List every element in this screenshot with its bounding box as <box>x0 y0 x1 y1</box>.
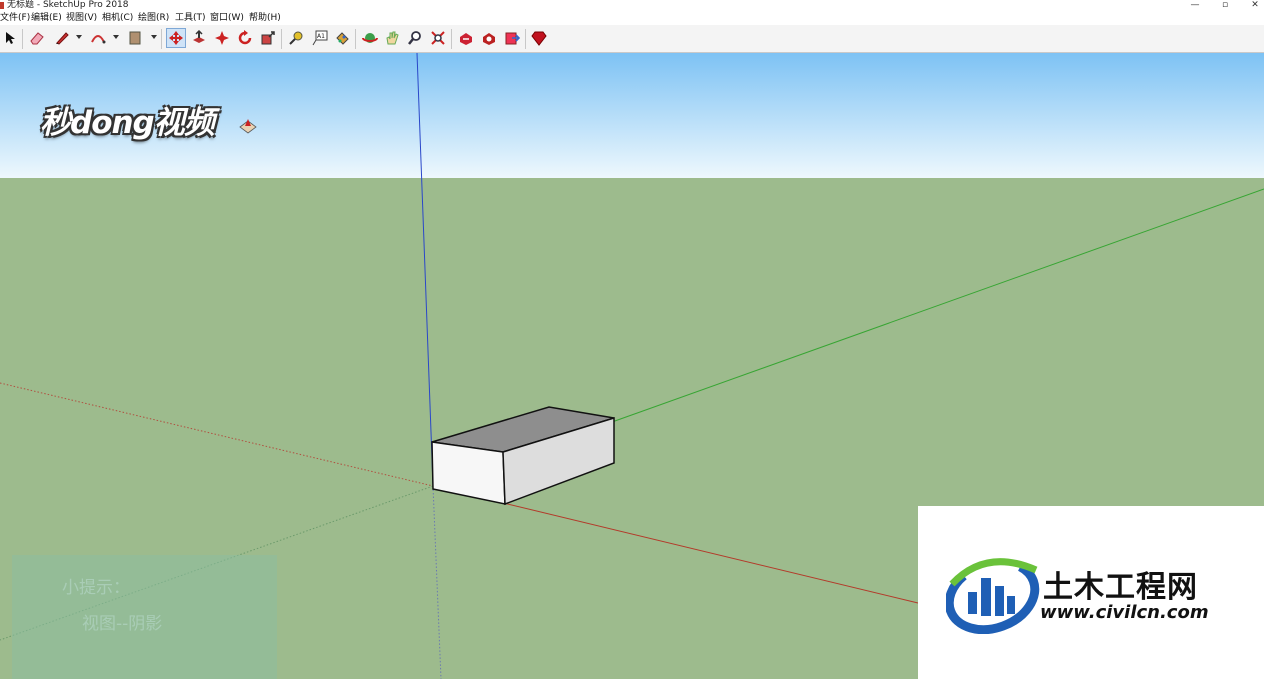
magnifier-icon <box>408 31 421 45</box>
rectangle-icon <box>129 31 141 45</box>
push-pull-tool[interactable] <box>189 28 209 48</box>
toolbar-separator <box>161 29 162 49</box>
civilcn-url: www.civilcn.com <box>1040 602 1209 623</box>
toolbar-separator <box>22 29 23 49</box>
tape-measure-tool[interactable] <box>286 28 306 48</box>
text-tool[interactable]: A1 <box>310 28 330 48</box>
pencil-icon <box>56 32 69 45</box>
tip-title: 小提示： <box>62 578 130 598</box>
menu-bar: 文件(F) 编辑(E) 视图(V) 相机(C) 绘图(R) 工具(T) 窗口(W… <box>0 11 1264 25</box>
menu-draw[interactable]: 绘图(R) <box>138 11 169 25</box>
restore-button[interactable]: ▫ <box>1210 0 1240 11</box>
sketchup-app-icon <box>0 2 4 9</box>
menu-help[interactable]: 帮助(H) <box>249 11 281 25</box>
arc-tool[interactable] <box>88 28 108 48</box>
ruby-gem-icon <box>531 31 547 46</box>
text-label-icon: A1 <box>312 30 328 46</box>
ruby-console-tool[interactable] <box>529 28 549 48</box>
paint-bucket-icon <box>336 32 349 45</box>
window-title: 无标题 - SketchUp Pro 2018 <box>7 0 129 10</box>
rotate-icon <box>238 30 252 45</box>
layout-icon <box>505 32 520 45</box>
toolbar-separator <box>355 29 356 49</box>
eraser-icon <box>30 32 44 45</box>
push-pull-icon <box>193 30 205 43</box>
scale-icon <box>261 31 275 45</box>
minimize-button[interactable]: — <box>1180 0 1210 11</box>
extension-warehouse-icon <box>483 33 495 45</box>
title-bar: 无标题 - SketchUp Pro 2018 — ▫ ✕ <box>0 0 1264 11</box>
hand-icon <box>386 31 399 45</box>
move-tool[interactable] <box>166 28 186 48</box>
tip-text: 视图--阴影 <box>82 614 163 634</box>
menu-file[interactable]: 文件(F) <box>0 11 30 25</box>
scale-tool[interactable] <box>258 28 278 48</box>
pan-tool[interactable] <box>382 28 402 48</box>
civilcn-chinese-name: 土木工程网 <box>1043 570 1198 605</box>
rotate-tool[interactable] <box>235 28 255 48</box>
arc-icon <box>91 35 106 44</box>
extension-warehouse-tool[interactable] <box>479 28 499 48</box>
follow-me-icon <box>215 31 229 45</box>
select-tool[interactable] <box>0 28 20 48</box>
tape-measure-icon <box>289 31 303 45</box>
close-button[interactable]: ✕ <box>1240 0 1264 11</box>
menu-tools[interactable]: 工具(T) <box>175 11 206 25</box>
paint-bucket-tool[interactable] <box>332 28 352 48</box>
chevron-down-icon[interactable] <box>113 35 119 39</box>
follow-me-tool[interactable] <box>212 28 232 48</box>
line-tool[interactable] <box>52 28 72 48</box>
toolbar-separator <box>525 29 526 49</box>
menu-view[interactable]: 视图(V) <box>66 11 97 25</box>
chevron-down-icon[interactable] <box>76 35 82 39</box>
3d-warehouse-icon <box>460 33 472 45</box>
miaodong-watermark: 秒dong视频 <box>40 105 215 141</box>
move-arrows-icon <box>169 31 183 45</box>
rectangle-tool[interactable] <box>125 28 145 48</box>
menu-edit[interactable]: 编辑(E) <box>31 11 62 25</box>
eraser-tool[interactable] <box>27 28 47 48</box>
warehouse-tool[interactable] <box>456 28 476 48</box>
zoom-extents-tool[interactable] <box>428 28 448 48</box>
toolbar: A1 <box>0 25 1264 53</box>
menu-camera[interactable]: 相机(C) <box>102 11 133 25</box>
tip-overlay: 小提示： 视图--阴影 <box>12 555 277 679</box>
orbit-tool[interactable] <box>360 28 380 48</box>
civilcn-logo-box: 土木工程网 www.civilcn.com <box>918 506 1264 679</box>
zoom-tool[interactable] <box>405 28 425 48</box>
send-to-layout-tool[interactable] <box>502 28 522 48</box>
toolbar-separator <box>451 29 452 49</box>
arrow-cursor-icon <box>6 32 15 44</box>
zoom-extents-icon <box>431 31 445 45</box>
svg-text:A1: A1 <box>317 33 325 40</box>
menu-window[interactable]: 窗口(W) <box>210 11 244 25</box>
civilcn-logo-icon <box>946 557 1040 634</box>
orbit-icon <box>362 33 378 43</box>
toolbar-separator <box>281 29 282 49</box>
chevron-down-icon[interactable] <box>151 35 157 39</box>
